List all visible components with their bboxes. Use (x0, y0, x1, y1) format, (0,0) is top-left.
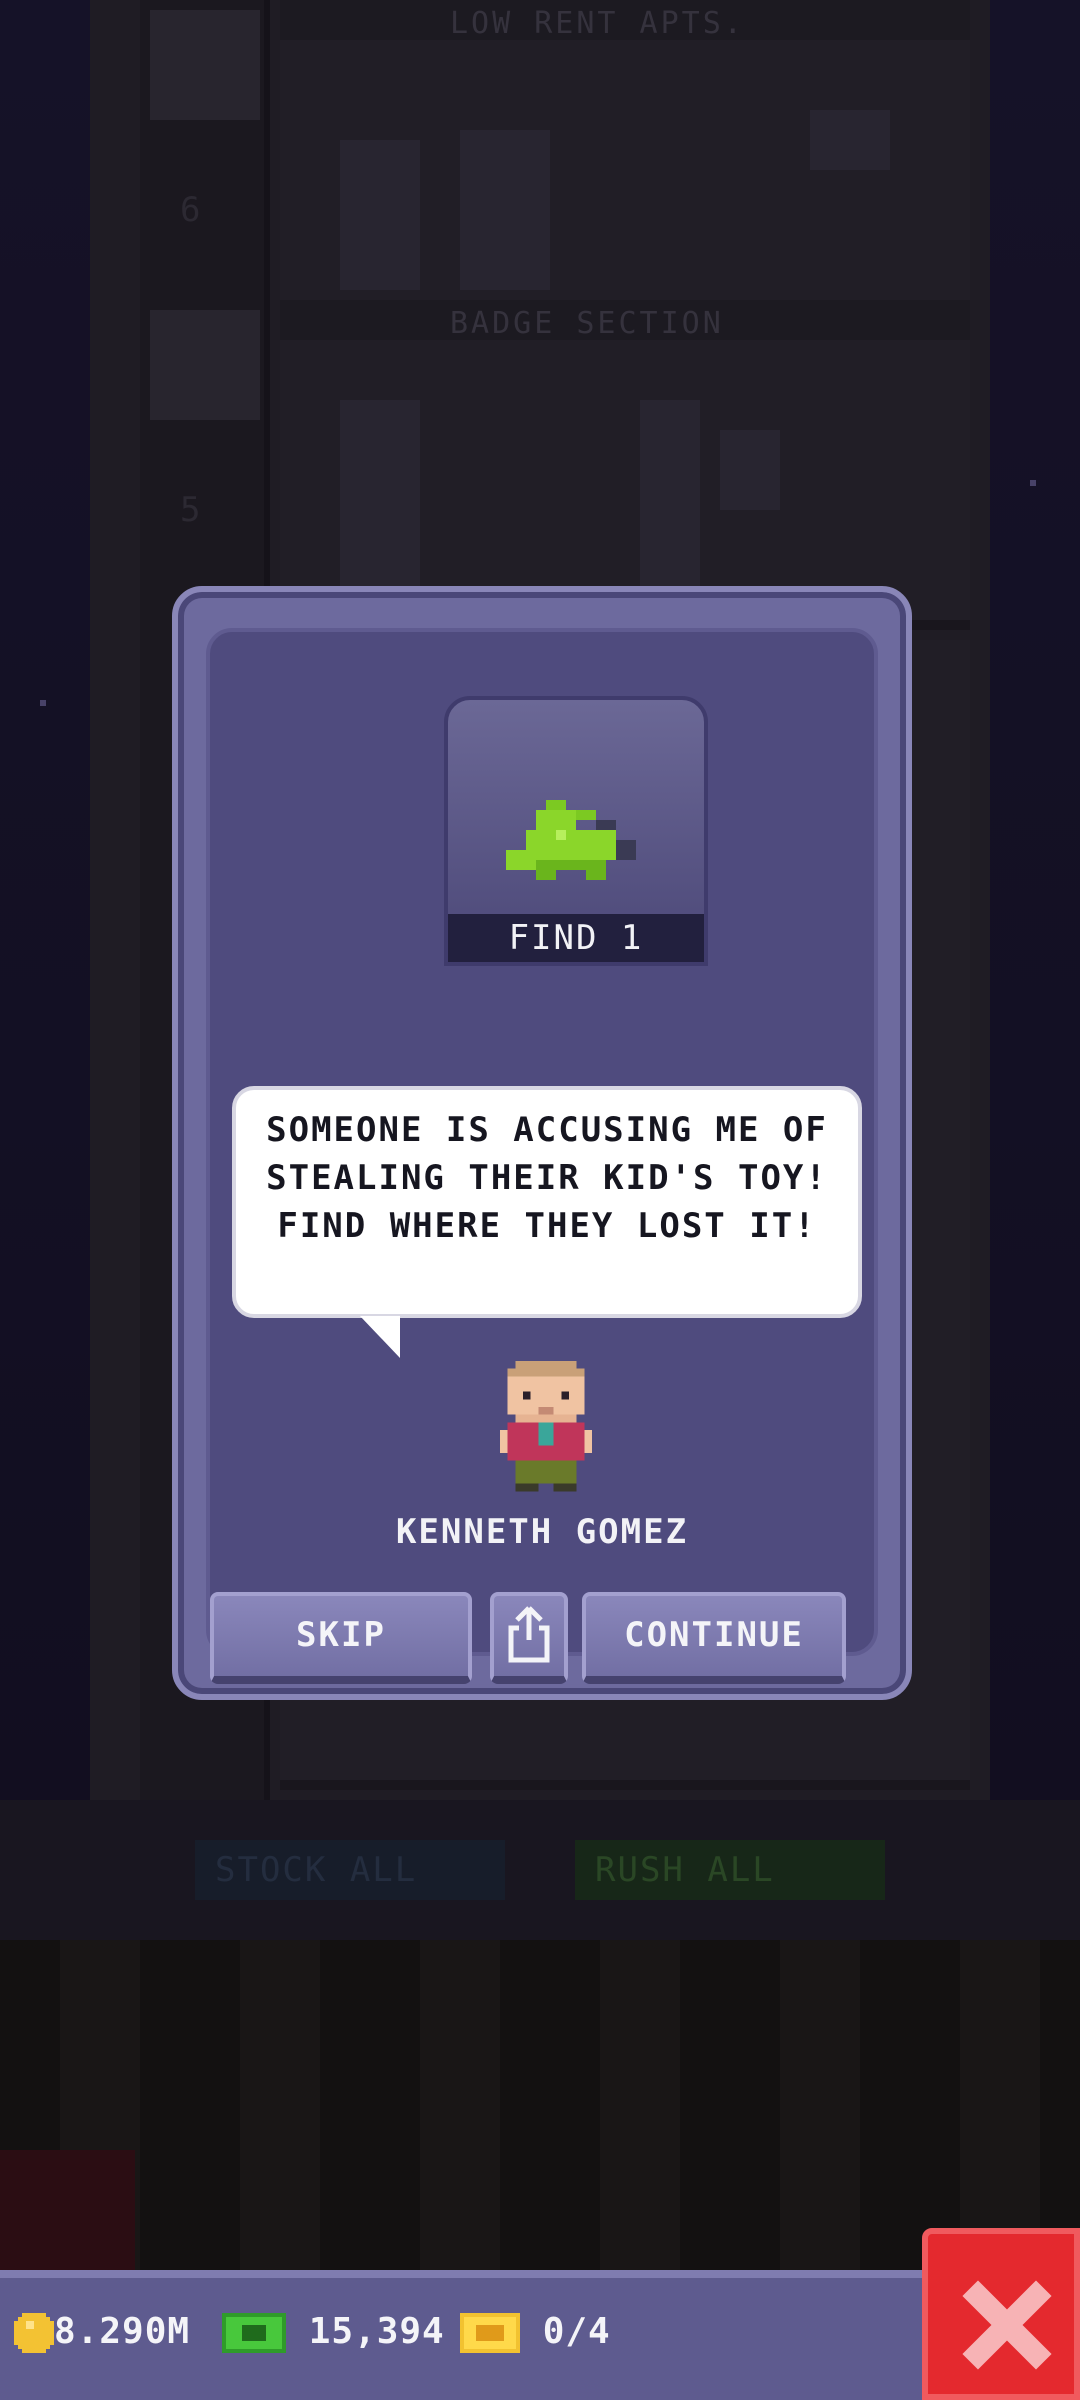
currency-bar: 8.290M 15,394 0/4 (0, 2270, 925, 2400)
mission-dialog-panel: FIND 1 SOMEONE IS ACCUSING ME OF STEALIN… (206, 628, 878, 1684)
coins-stat[interactable]: 8.290M (14, 2304, 190, 2360)
tickets-stat[interactable]: 0/4 (460, 2304, 611, 2360)
bux-stat[interactable]: 15,394 (222, 2304, 445, 2360)
close-icon (962, 2280, 1052, 2370)
bux-value: 15,394 (308, 2311, 445, 2352)
share-button[interactable] (490, 1592, 568, 1684)
share-icon (508, 1606, 550, 1663)
mission-dialog: FIND 1 SOMEONE IS ACCUSING ME OF STEALIN… (172, 586, 912, 1700)
coins-value: 8.290M (54, 2311, 191, 2352)
npc-avatar (500, 1361, 592, 1492)
close-button[interactable] (922, 2228, 1080, 2400)
skip-button[interactable]: SKIP (210, 1592, 472, 1684)
continue-button[interactable]: CONTINUE (582, 1592, 846, 1684)
golden-ticket-icon (460, 2313, 520, 2353)
bux-icon (222, 2313, 286, 2353)
task-label: FIND 1 (448, 914, 704, 962)
task-card: FIND 1 (444, 696, 708, 966)
speech-bubble-tail (360, 1316, 400, 1358)
npc-name: KENNETH GOMEZ (395, 1512, 689, 1552)
tickets-value: 0/4 (542, 2311, 611, 2352)
green-stegosaurus-toy-icon (506, 800, 636, 880)
coin-icon (14, 2313, 54, 2353)
speech-text: SOMEONE IS ACCUSING ME OF STEALING THEIR… (266, 1110, 828, 1246)
speech-bubble: SOMEONE IS ACCUSING ME OF STEALING THEIR… (232, 1086, 862, 1318)
